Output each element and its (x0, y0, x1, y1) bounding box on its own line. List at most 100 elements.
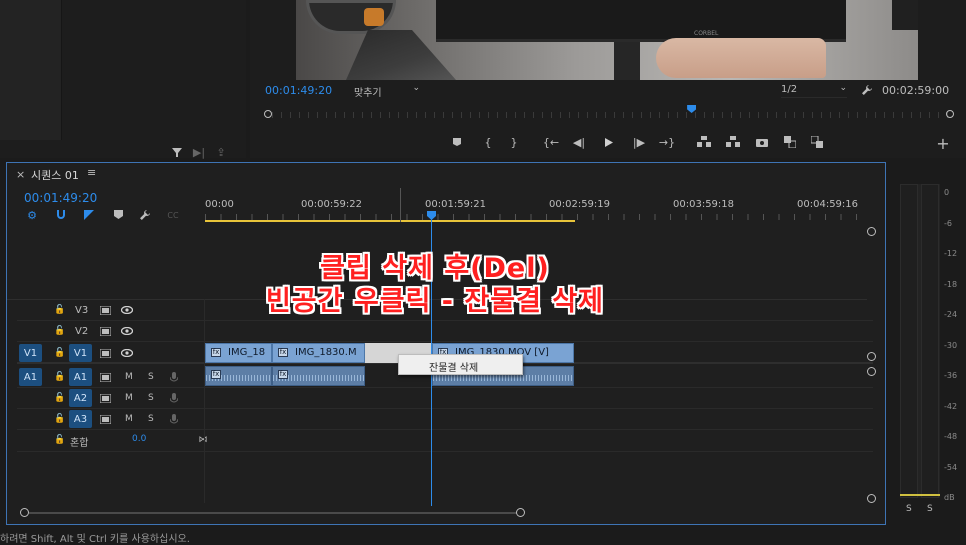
scrub-right-handle[interactable] (946, 110, 954, 118)
mute-button[interactable]: M (125, 372, 133, 382)
lock-icon[interactable]: 🔓 (53, 303, 67, 317)
timeline-tab-close[interactable]: × (16, 168, 25, 181)
lock-icon[interactable]: 🔓 (53, 324, 67, 338)
video-clip[interactable]: fx IMG_18 (205, 343, 272, 363)
microphone-icon[interactable] (167, 412, 181, 426)
go-to-out-icon[interactable]: →} (659, 135, 675, 149)
program-scrub-bar[interactable] (264, 105, 954, 120)
microphone-icon[interactable] (167, 370, 181, 384)
film-icon[interactable] (98, 303, 112, 317)
track-height-handle[interactable] (867, 352, 876, 361)
work-area-bar[interactable] (205, 220, 575, 222)
snap-icon[interactable] (54, 208, 68, 222)
fx-badge-icon: fx (278, 348, 288, 357)
mute-button[interactable]: M (125, 414, 133, 424)
meter-scale-label: -24 (944, 310, 958, 319)
go-to-in-icon[interactable]: {← (543, 135, 559, 149)
meter-channel-left (900, 184, 918, 498)
lock-icon[interactable]: 🔓 (53, 346, 67, 360)
film-icon[interactable] (98, 391, 112, 405)
microphone-icon[interactable] (167, 391, 181, 405)
source-patch-v1[interactable]: V1 (19, 344, 42, 362)
track-label-a3[interactable]: A3 (69, 410, 92, 428)
track-label-v3[interactable]: V3 (75, 305, 88, 316)
scroll-track (29, 512, 517, 514)
solo-button[interactable]: S (148, 393, 154, 403)
mix-volume-value[interactable]: 0.0 (132, 434, 146, 444)
mark-out-icon[interactable]: } (507, 135, 521, 149)
comparison-view-icon[interactable] (783, 135, 797, 149)
audio-clip[interactable]: fx (205, 366, 272, 386)
mark-in-icon[interactable]: { (481, 135, 495, 149)
track-height-handle[interactable] (867, 227, 876, 236)
insert-icon[interactable]: ▶| (192, 145, 206, 159)
step-back-icon[interactable]: ◀| (572, 135, 586, 149)
eye-icon[interactable] (120, 303, 134, 317)
export-icon[interactable]: ⇪ (214, 145, 228, 159)
audio-clip[interactable]: fx (272, 366, 365, 386)
sequence-timecode[interactable]: 00:01:49:20 (24, 191, 97, 205)
program-timecode[interactable]: 00:01:49:20 (265, 84, 332, 97)
lock-icon[interactable]: 🔓 (53, 433, 67, 447)
track-label-v1[interactable]: V1 (69, 344, 92, 362)
track-mix: 🔓 혼합 0.0 ⋈ (17, 430, 873, 452)
scroll-left-handle[interactable] (20, 508, 29, 517)
context-menu-ripple-delete[interactable]: 잔물결 삭제 (429, 359, 478, 374)
mute-button[interactable]: M (125, 393, 133, 403)
track-label-a2[interactable]: A2 (69, 389, 92, 407)
audio-waveform (433, 375, 573, 381)
solo-right-button[interactable]: S (927, 504, 933, 514)
eye-icon[interactable] (120, 346, 134, 360)
horizontal-scrollbar[interactable] (20, 508, 865, 518)
film-icon[interactable] (98, 346, 112, 360)
step-forward-icon[interactable]: |▶ (632, 135, 646, 149)
meter-scale-label: -18 (944, 279, 958, 289)
fit-dropdown[interactable]: 맞추기 ⌄ (354, 83, 420, 99)
mix-bowtie-icon[interactable]: ⋈ (196, 433, 210, 447)
film-icon[interactable] (98, 324, 112, 338)
video-clip[interactable]: fx IMG_1830.M (272, 343, 365, 363)
overlay-caption-line2: 빈공간 우클릭 - 잔물결 삭제 (265, 286, 605, 317)
timeline-tab-menu[interactable]: ≡ (87, 166, 96, 179)
camera-icon[interactable] (755, 135, 769, 149)
solo-button[interactable]: S (148, 372, 154, 382)
proxy-toggle-icon[interactable] (810, 135, 824, 149)
program-video-frame: CORBEL (296, 0, 918, 80)
video-monitor-screen: CORBEL (436, 0, 846, 42)
lock-icon[interactable]: 🔓 (53, 370, 67, 384)
transport-controls: { } {← ◀| |▶ →} (450, 134, 823, 150)
eye-icon[interactable] (120, 324, 134, 338)
film-icon[interactable] (98, 370, 112, 384)
wrench-icon[interactable] (860, 83, 874, 97)
track-header-separator (204, 299, 205, 503)
add-marker-icon[interactable] (111, 208, 125, 222)
timeline-tab-title[interactable]: 시퀀스 01 (31, 167, 79, 183)
play-icon[interactable] (602, 135, 616, 149)
filter-icon[interactable] (170, 145, 184, 159)
clip-name: IMG_1830.M (295, 347, 357, 358)
extract-icon[interactable] (726, 135, 740, 149)
track-label-v2[interactable]: V2 (75, 326, 88, 337)
lock-icon[interactable]: 🔓 (53, 391, 67, 405)
time-ruler[interactable]: 00:00 00:00:59:22 00:01:59:21 00:02:59:1… (205, 188, 865, 224)
timeline-settings-wrench-icon[interactable] (138, 208, 152, 222)
nest-toggle-icon[interactable]: ⚙ (25, 208, 39, 222)
add-marker-icon[interactable] (450, 135, 464, 149)
solo-left-button[interactable]: S (906, 504, 912, 514)
scrub-left-handle[interactable] (264, 110, 272, 118)
track-label-a1[interactable]: A1 (69, 368, 92, 386)
lock-icon[interactable]: 🔓 (53, 412, 67, 426)
track-height-handle[interactable] (867, 367, 876, 376)
source-patch-a1[interactable]: A1 (19, 368, 42, 386)
captions-icon[interactable]: CC (166, 208, 180, 222)
film-icon[interactable] (98, 412, 112, 426)
fx-badge-icon: fx (211, 370, 221, 379)
lift-icon[interactable] (697, 135, 711, 149)
solo-button[interactable]: S (148, 414, 154, 424)
linked-selection-icon[interactable] (82, 208, 96, 222)
add-button-icon[interactable]: + (936, 134, 950, 153)
resolution-dropdown[interactable]: 1/2 ⌄ (781, 83, 847, 98)
track-height-handle[interactable] (867, 494, 876, 503)
audio-meter-bars (900, 184, 940, 498)
scroll-right-handle[interactable] (516, 508, 525, 517)
